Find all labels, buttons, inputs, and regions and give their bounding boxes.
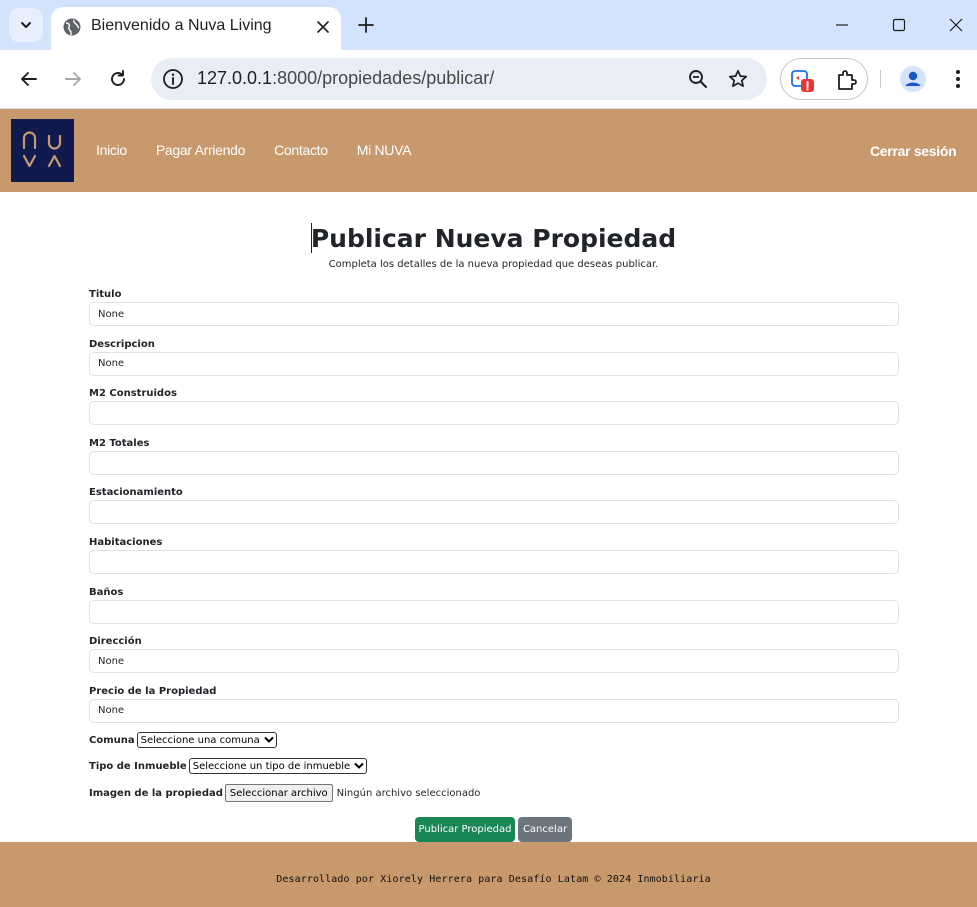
field-m2-construidos: M2 Construidos (89, 388, 899, 438)
address-bar[interactable]: 127.0.0.1:8000/propiedades/publicar/ (151, 58, 767, 100)
tipo-inmueble-label: Tipo de Inmueble (89, 760, 187, 772)
back-button[interactable] (16, 66, 42, 92)
nuva-logo-mark (22, 131, 62, 168)
site-header: Inicio Pagar Arriendo Contacto Mi NUVA C… (0, 109, 977, 192)
field-label: Habitaciones (89, 536, 163, 548)
browser-toolbar: 127.0.0.1:8000/propiedades/publicar/ (0, 50, 977, 109)
close-icon (317, 21, 329, 33)
field-titulo: Titulo (89, 289, 899, 339)
globe-icon (63, 18, 81, 36)
publish-property-form: Titulo Descripcion M2 Construidos M2 Tot… (89, 289, 899, 735)
comuna-row: Comuna Seleccione una comuna (89, 732, 277, 748)
arrow-left-icon (21, 72, 37, 86)
new-tab-button[interactable] (354, 13, 378, 37)
field-label: Estacionamiento (89, 487, 183, 499)
cancel-button[interactable]: Cancelar (518, 817, 572, 842)
field-estacionamiento: Estacionamiento (89, 487, 899, 537)
imagen-row: Imagen de la propiedad Seleccionar archi… (89, 784, 480, 802)
tipo-inmueble-selected: Seleccione un tipo de inmueble (192, 760, 351, 772)
tab-search-button[interactable] (9, 8, 43, 42)
field-label: M2 Construidos (89, 388, 177, 400)
field-label: Titulo (89, 289, 122, 300)
field-label: Dirección (89, 636, 142, 648)
field-label: M2 Totales (89, 437, 150, 449)
close-window-button[interactable] (944, 13, 968, 37)
nav-mi-nuva[interactable]: Mi NUVA (357, 142, 412, 158)
site-footer: Desarrollado por Xiorely Herrera para De… (0, 842, 977, 907)
page-title-text: Publicar Nueva Propiedad (310, 224, 677, 253)
banos-input[interactable] (89, 599, 899, 624)
imagen-label: Imagen de la propiedad (89, 787, 223, 799)
toolbar-separator (880, 70, 881, 88)
file-status: Ningún archivo seleccionado (336, 787, 481, 799)
url-path: :8000/propiedades/publicar/ (272, 68, 495, 88)
nav-contacto[interactable]: Contacto (274, 142, 328, 158)
forward-button[interactable] (60, 66, 86, 92)
zoom-icon (689, 70, 707, 88)
nav-pagar-arriendo[interactable]: Pagar Arriendo (156, 142, 246, 158)
field-m2-totales: M2 Totales (89, 438, 899, 488)
puzzle-icon[interactable] (835, 68, 859, 92)
url-text[interactable]: 127.0.0.1:8000/propiedades/publicar/ (197, 68, 494, 89)
page-title: Publicar Nueva Propiedad (0, 223, 977, 253)
logout-link[interactable]: Cerrar sesión (870, 143, 957, 159)
chevron-down-icon (21, 22, 31, 28)
minimize-icon (836, 24, 848, 26)
field-habitaciones: Habitaciones (89, 537, 899, 587)
bookmark-button[interactable] (727, 68, 749, 90)
browser-menu-button[interactable] (948, 66, 968, 92)
field-direccion: Dirección (89, 636, 899, 686)
profile-avatar-icon[interactable] (900, 66, 926, 92)
estacionamiento-input[interactable] (89, 500, 899, 525)
main-nav: Inicio Pagar Arriendo Contacto Mi NUVA (96, 142, 440, 158)
close-icon (949, 18, 963, 32)
nuva-logo[interactable] (11, 119, 74, 182)
tipo-inmueble-row: Tipo de Inmueble Seleccione un tipo de i… (89, 758, 368, 774)
url-host: 127.0.0.1 (197, 68, 273, 88)
maximize-icon (892, 18, 906, 32)
tab-close-button[interactable] (313, 17, 333, 37)
tipo-inmueble-select[interactable]: Seleccione un tipo de inmueble (188, 758, 368, 774)
comuna-selected: Seleccione una comuna (140, 734, 260, 746)
titulo-input[interactable] (89, 302, 899, 326)
field-descripcion: Descripcion (89, 339, 899, 389)
minimize-button[interactable] (830, 13, 854, 37)
bookmark-star-icon (728, 69, 748, 88)
field-label: Descripcion (89, 338, 155, 350)
chevron-down-icon (264, 736, 274, 743)
descripcion-input[interactable] (89, 351, 899, 376)
comuna-select[interactable]: Seleccione una comuna (136, 732, 277, 748)
browser-tab[interactable]: Bienvenido a Nuva Living (51, 7, 341, 50)
field-label: Baños (89, 586, 124, 598)
chevron-down-icon (354, 762, 364, 769)
reload-button[interactable] (105, 66, 131, 92)
page-subtitle: Completa los detalles de la nueva propie… (328, 259, 659, 270)
field-banos: Baños (89, 587, 899, 637)
select-file-button[interactable]: Seleccionar archivo (224, 784, 333, 802)
more-vert-icon (956, 70, 960, 88)
site-info-icon[interactable] (162, 68, 184, 90)
precio-input[interactable] (89, 698, 899, 723)
footer-text: Desarrollado por Xiorely Herrera para De… (276, 874, 711, 885)
nav-inicio[interactable]: Inicio (96, 142, 127, 158)
arrow-right-icon (65, 72, 81, 86)
comuna-label: Comuna (89, 734, 135, 746)
plus-icon (358, 17, 374, 33)
field-label: Precio de la Propiedad (89, 685, 217, 697)
browser-tabstrip: Bienvenido a Nuva Living (0, 0, 977, 50)
m2-construidos-input[interactable] (89, 401, 899, 426)
tab-title: Bienvenido a Nuva Living (91, 17, 272, 34)
habitaciones-input[interactable] (89, 549, 899, 574)
m2-totales-input[interactable] (89, 450, 899, 475)
reload-icon (111, 70, 125, 86)
zoom-button[interactable] (687, 68, 709, 90)
maximize-button[interactable] (887, 13, 911, 37)
publish-button[interactable]: Publicar Propiedad (415, 817, 515, 842)
extensions-area (780, 58, 868, 100)
extension-error-icon[interactable] (790, 68, 814, 92)
direccion-input[interactable] (89, 649, 899, 674)
field-precio: Precio de la Propiedad (89, 686, 899, 736)
